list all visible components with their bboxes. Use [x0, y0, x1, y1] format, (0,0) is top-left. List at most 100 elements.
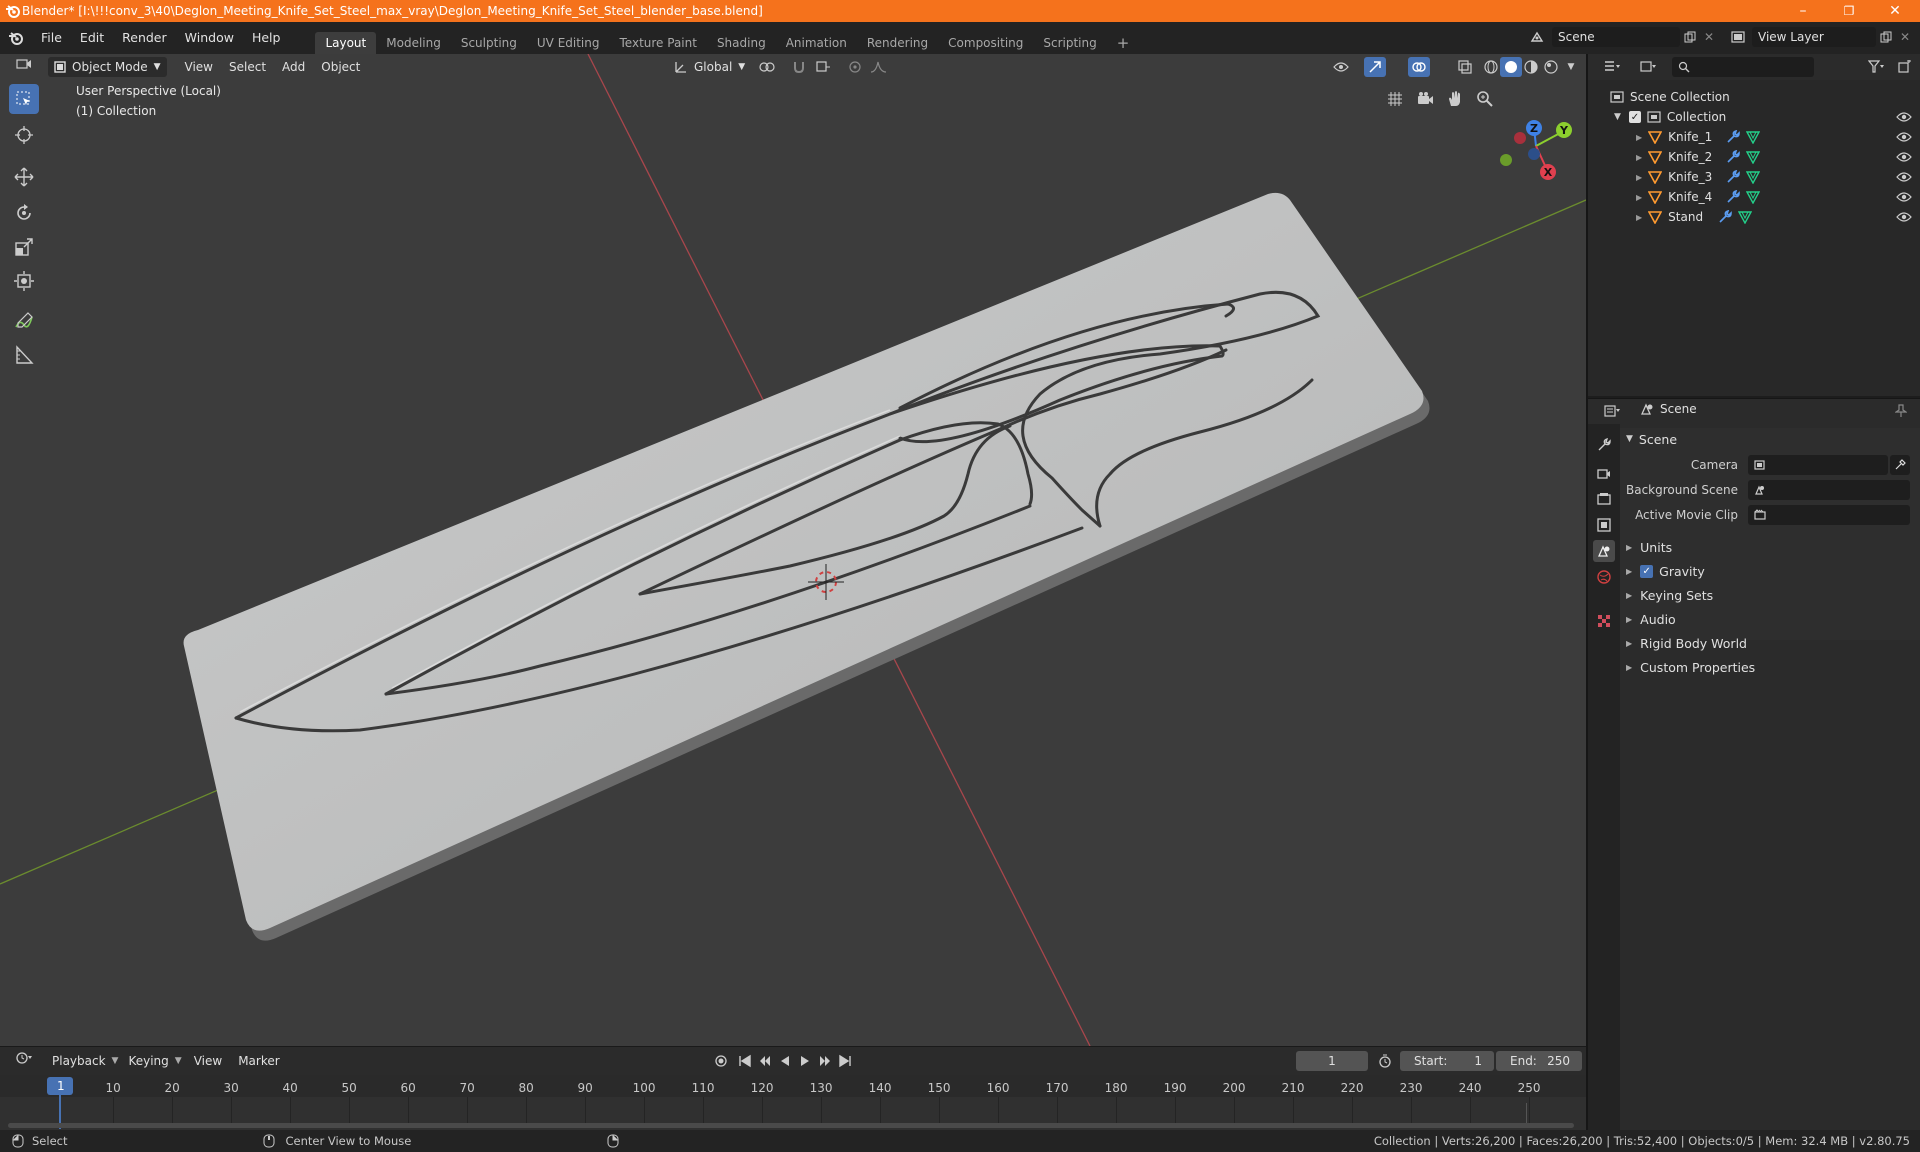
tab-animation[interactable]: Animation	[776, 32, 857, 54]
move-tool[interactable]	[9, 162, 39, 192]
new-scene-icon[interactable]	[1680, 27, 1700, 47]
current-frame-field[interactable]: 1	[1296, 1051, 1368, 1071]
pin-icon[interactable]	[1890, 401, 1912, 421]
outliner-object-row[interactable]: ▶ Stand	[1588, 207, 1920, 227]
tab-scripting[interactable]: Scripting	[1033, 32, 1106, 54]
active-movie-clip-field[interactable]	[1748, 505, 1910, 525]
gizmo-toggle-icon[interactable]	[1364, 57, 1386, 77]
maximize-button[interactable]: ❐	[1826, 0, 1872, 22]
properties-editor-type-icon[interactable]	[1598, 401, 1628, 421]
transform-tool[interactable]	[9, 266, 39, 296]
stand-object[interactable]	[183, 192, 1430, 941]
modifier-wrench-icon[interactable]	[1726, 190, 1740, 204]
tab-uv-editing[interactable]: UV Editing	[527, 32, 610, 54]
audio-panel-header[interactable]: ▶ Audio	[1626, 608, 1920, 630]
expand-arrow-icon[interactable]: ▶	[1636, 153, 1642, 162]
tab-sculpting[interactable]: Sculpting	[451, 32, 527, 54]
menu-window[interactable]: Window	[176, 27, 243, 49]
tab-scene[interactable]	[1593, 540, 1615, 562]
tab-render[interactable]	[1593, 462, 1615, 484]
scene-panel-header[interactable]: ▼ Scene	[1626, 428, 1920, 450]
mesh-data-icon[interactable]	[1746, 130, 1761, 144]
navigation-gizmo[interactable]: Z Y X	[1496, 88, 1582, 184]
end-frame-field[interactable]: End: 250	[1496, 1051, 1582, 1071]
rendered-shading-icon[interactable]	[1540, 57, 1562, 77]
rotate-tool[interactable]	[9, 198, 39, 228]
eyedropper-icon[interactable]	[1890, 455, 1910, 475]
select-box-tool[interactable]	[9, 84, 39, 114]
modifier-wrench-icon[interactable]	[1726, 170, 1740, 184]
editor-type-icon[interactable]	[10, 57, 40, 77]
scale-tool[interactable]	[9, 232, 39, 262]
outliner-object-row[interactable]: ▶ Knife_2	[1588, 147, 1920, 167]
jump-end-icon[interactable]	[834, 1051, 856, 1071]
modifier-wrench-icon[interactable]	[1726, 130, 1740, 144]
gravity-checkbox[interactable]: ✓	[1640, 564, 1654, 578]
tab-texture-paint[interactable]: Texture Paint	[610, 32, 707, 54]
tab-shading[interactable]: Shading	[707, 32, 776, 54]
outliner-object-row[interactable]: ▶ Knife_3	[1588, 167, 1920, 187]
play-icon[interactable]	[794, 1051, 816, 1071]
jump-keyframe-back-icon[interactable]	[754, 1051, 776, 1071]
shading-options-chevron-icon[interactable]: ▼	[1560, 57, 1582, 77]
tab-modeling[interactable]: Modeling	[376, 32, 451, 54]
material-shading-icon[interactable]	[1520, 57, 1542, 77]
close-button[interactable]: ✕	[1872, 0, 1918, 22]
eye-icon[interactable]	[1896, 131, 1912, 143]
snap-magnet-icon[interactable]	[788, 57, 810, 77]
xray-toggle-icon[interactable]	[1454, 57, 1476, 77]
collection-row[interactable]: ▼ ✓ Collection	[1588, 107, 1920, 127]
play-reverse-icon[interactable]	[774, 1051, 796, 1071]
new-view-layer-icon[interactable]	[1876, 27, 1896, 47]
start-frame-field[interactable]: Start: 1	[1400, 1051, 1494, 1071]
timeline-editor-type-icon[interactable]	[10, 1051, 40, 1071]
eye-icon[interactable]	[1896, 171, 1912, 183]
menu-timeline-view[interactable]: View	[188, 1051, 228, 1071]
eye-icon[interactable]	[1896, 111, 1912, 123]
menu-keying[interactable]: Keying	[122, 1051, 174, 1071]
menu-object[interactable]: Object	[315, 57, 366, 77]
cursor-tool[interactable]	[9, 120, 39, 150]
object-mode-dropdown[interactable]: Object Mode ▼	[48, 57, 167, 77]
scene-name-field[interactable]: Scene	[1552, 27, 1680, 47]
mesh-data-icon[interactable]	[1746, 190, 1761, 204]
annotate-tool[interactable]	[9, 306, 39, 336]
eye-icon[interactable]	[1896, 151, 1912, 163]
menu-playback[interactable]: Playback	[46, 1051, 112, 1071]
menu-marker[interactable]: Marker	[232, 1051, 285, 1071]
expand-arrow-icon[interactable]: ▶	[1636, 133, 1642, 142]
tab-view-layer[interactable]	[1593, 514, 1615, 536]
outliner-object-row[interactable]: ▶ Knife_1	[1588, 127, 1920, 147]
view-layer-browse-icon[interactable]	[1726, 27, 1750, 47]
background-scene-field[interactable]	[1748, 480, 1910, 500]
record-icon[interactable]	[710, 1051, 732, 1071]
expand-arrow-icon[interactable]: ▼	[1614, 112, 1621, 122]
visibility-icon[interactable]	[1330, 57, 1352, 77]
proportional-edit-icon[interactable]	[844, 57, 866, 77]
scene-browse-icon[interactable]	[1526, 27, 1548, 47]
outliner-object-row[interactable]: ▶ Knife_4	[1588, 187, 1920, 207]
jump-keyframe-forward-icon[interactable]	[814, 1051, 836, 1071]
add-workspace-button[interactable]: +	[1107, 32, 1140, 54]
tab-rendering[interactable]: Rendering	[857, 32, 938, 54]
camera-view-icon[interactable]	[1412, 86, 1438, 112]
rigid-body-world-panel-header[interactable]: ▶ Rigid Body World	[1626, 632, 1920, 654]
view-layer-field[interactable]: View Layer	[1752, 27, 1876, 47]
mesh-data-icon[interactable]	[1738, 210, 1753, 224]
menu-view[interactable]: View	[179, 57, 219, 77]
display-mode-icon[interactable]	[1634, 57, 1664, 77]
jump-start-icon[interactable]	[734, 1051, 756, 1071]
gizmo-neg-z-icon[interactable]	[1528, 148, 1540, 160]
menu-add[interactable]: Add	[276, 57, 311, 77]
modifier-wrench-icon[interactable]	[1718, 210, 1732, 224]
delete-view-layer-icon[interactable]: ✕	[1896, 27, 1914, 47]
overlays-toggle-icon[interactable]	[1408, 57, 1430, 77]
units-panel-header[interactable]: ▶ Units	[1626, 536, 1920, 558]
filter-icon[interactable]	[1862, 57, 1892, 77]
custom-properties-panel-header[interactable]: ▶ Custom Properties	[1626, 656, 1920, 678]
tab-layout[interactable]: Layout	[315, 32, 377, 54]
blender-menu-icon[interactable]	[8, 30, 24, 46]
menu-edit[interactable]: Edit	[71, 27, 113, 49]
outliner-search-input[interactable]	[1672, 57, 1814, 77]
tab-tool[interactable]	[1593, 434, 1615, 456]
